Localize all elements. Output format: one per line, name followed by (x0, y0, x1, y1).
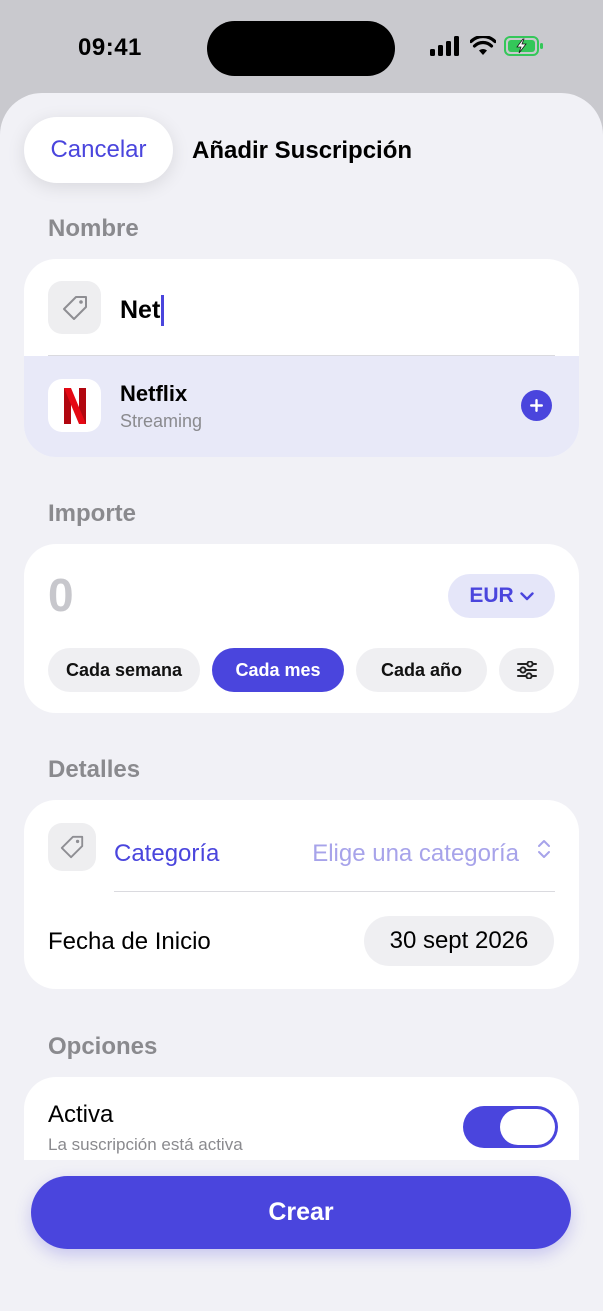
status-time: 09:41 (78, 34, 142, 61)
currency-label: EUR (469, 584, 514, 607)
cellular-signal-icon (430, 36, 459, 56)
active-toggle[interactable] (463, 1106, 558, 1148)
active-option-title: Activa (48, 1101, 114, 1128)
category-tag-icon (48, 823, 96, 871)
frequency-settings-button[interactable] (499, 648, 554, 692)
amount-input[interactable]: 0 (48, 568, 74, 622)
name-card: Net Netflix Streaming (24, 259, 579, 457)
details-card: Categoría Elige una categoría Fecha de I… (24, 800, 579, 989)
text-caret (161, 295, 165, 326)
section-label-nombre: Nombre (48, 215, 139, 242)
chevron-up-down-icon (538, 840, 550, 858)
frequency-monthly-button[interactable]: Cada mes (212, 648, 344, 692)
section-label-detalles: Detalles (48, 756, 141, 783)
name-input[interactable]: Net (120, 295, 165, 326)
netflix-logo (48, 379, 101, 432)
status-icons (430, 36, 544, 56)
add-suggestion-button[interactable] (521, 390, 552, 421)
amount-card: 0 EUR Cada semana Cada mes Cada año (24, 544, 579, 713)
suggestion-category: Streaming (120, 411, 203, 431)
dynamic-island (207, 21, 395, 76)
frequency-yearly-button[interactable]: Cada año (356, 648, 487, 692)
create-button[interactable]: Crear (31, 1176, 571, 1249)
start-date-button[interactable]: 30 sept 2026 (364, 916, 554, 966)
category-label: Categoría (114, 840, 220, 867)
cancel-button[interactable]: Cancelar (24, 117, 173, 183)
page-title: Añadir Suscripción (192, 137, 413, 164)
suggestion-name: Netflix (120, 381, 188, 406)
active-option-subtitle: La suscripción está activa (48, 1135, 243, 1154)
bottom-bar: Crear (0, 1160, 603, 1311)
section-label-opciones: Opciones (48, 1033, 158, 1060)
currency-button[interactable]: EUR (448, 574, 555, 618)
chevron-down-icon (519, 591, 534, 600)
start-date-label: Fecha de Inicio (48, 928, 211, 955)
divider (114, 891, 555, 892)
name-input-value: Net (120, 296, 161, 324)
add-subscription-sheet: Cancelar Añadir Suscripción Nombre Net N… (0, 93, 603, 1311)
sliders-icon (516, 661, 537, 679)
frequency-weekly-button[interactable]: Cada semana (48, 648, 200, 692)
category-row[interactable]: Categoría Elige una categoría (24, 800, 579, 892)
tag-icon (48, 281, 101, 334)
section-label-importe: Importe (48, 500, 137, 527)
suggestion-item-netflix[interactable]: Netflix Streaming (24, 356, 579, 457)
toggle-knob (500, 1109, 555, 1145)
category-placeholder: Elige una categoría (312, 840, 519, 867)
wifi-icon (470, 36, 496, 55)
status-bar: 09:41 (0, 0, 603, 94)
battery-charging-icon (504, 36, 543, 56)
plus-icon (530, 399, 543, 412)
